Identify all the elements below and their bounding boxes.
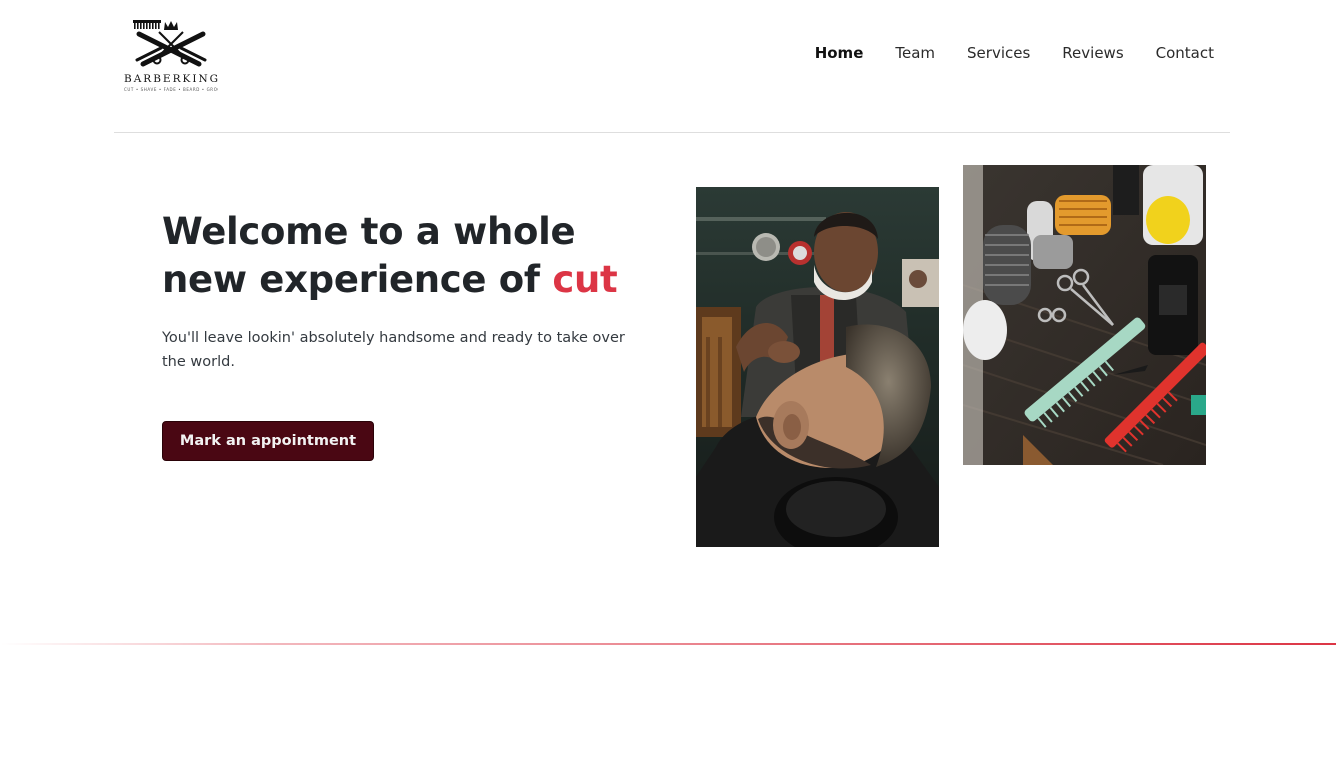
nav-reviews-link[interactable]: Reviews <box>1062 43 1123 63</box>
hero-title-accent: cut <box>552 258 618 301</box>
barber-tools-flatlay-photo <box>963 165 1206 465</box>
nav-home-link[interactable]: Home <box>815 43 864 63</box>
nav-contact-link[interactable]: Contact <box>1156 43 1214 63</box>
hero-description: You'll leave lookin' absolutely handsome… <box>162 330 625 370</box>
mark-appointment-button[interactable]: Mark an appointment <box>162 421 374 461</box>
hero-title-line1: Welcome to a whole <box>162 210 576 253</box>
site-header: BARBERKING CUT • SHAVE • FADE • BEARD • … <box>114 0 1230 133</box>
hero-title-line2: new experience of <box>162 258 540 301</box>
main-nav: Home Team Services Reviews Contact <box>815 43 1214 63</box>
comb-icon <box>133 20 161 29</box>
nav-services-link[interactable]: Services <box>967 43 1030 63</box>
nav-team-link[interactable]: Team <box>895 43 935 63</box>
barber-trimming-beard-photo <box>696 187 939 547</box>
brand-name: BARBERKING <box>124 73 221 85</box>
hero-title: Welcome to a whole new experience of cut <box>162 208 642 304</box>
barberking-logo[interactable]: BARBERKING CUT • SHAVE • FADE • BEARD • … <box>124 20 218 108</box>
brand-tagline: CUT • SHAVE • FADE • BEARD • GROOM <box>124 87 218 92</box>
section-divider <box>0 643 1336 645</box>
